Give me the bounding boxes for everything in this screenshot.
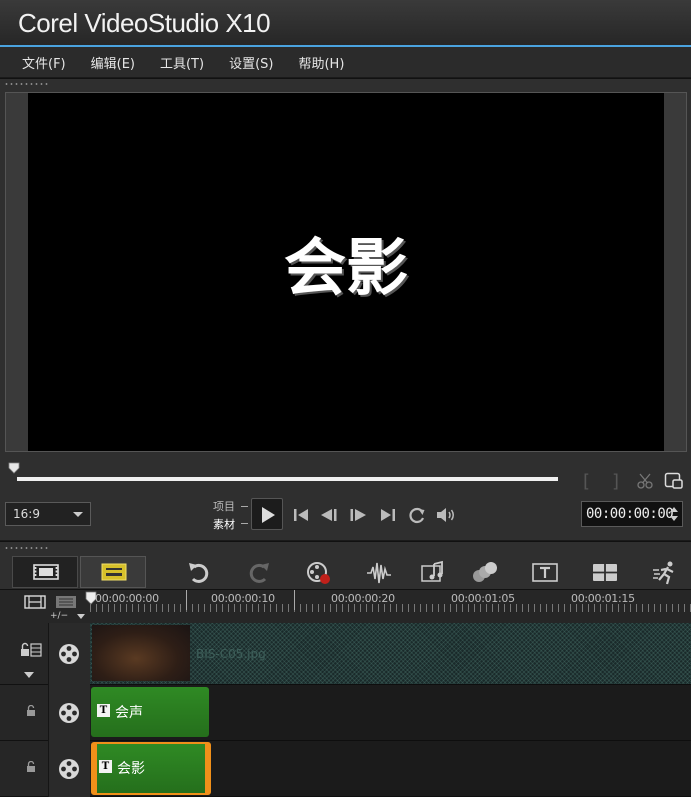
scissors-icon[interactable] [636, 472, 654, 490]
multi-camera-icon[interactable] [592, 560, 618, 586]
video-track-header [0, 623, 90, 685]
chevron-down-icon[interactable] [23, 671, 35, 679]
lock-icon[interactable] [26, 761, 36, 773]
ruler-major-tick [294, 590, 295, 610]
chevron-down-icon [73, 512, 83, 517]
trim-handle-right[interactable] [205, 744, 209, 793]
timeline-toolbar [0, 541, 691, 589]
track-toggle[interactable] [48, 623, 90, 685]
title-clip-icon: T [97, 704, 110, 717]
timeline-ruler[interactable]: +/− 00:00:00:00 00:00:00:10 00:00:00:20 … [0, 589, 691, 623]
storyboard-icon [33, 564, 59, 580]
storyboard-view-button[interactable] [12, 556, 78, 588]
undo-icon[interactable] [186, 560, 212, 586]
title-track-2-header: 2 [0, 741, 90, 797]
menu-tools[interactable]: 工具(T) [160, 53, 204, 72]
timecode-stepper-icon[interactable] [669, 505, 679, 523]
step-back-icon[interactable] [318, 504, 340, 526]
play-icon [262, 507, 275, 523]
ruler-major-tick [186, 590, 187, 610]
time-remapping-icon[interactable] [652, 560, 678, 586]
play-button[interactable] [251, 498, 283, 530]
track-manager-icon[interactable] [24, 595, 46, 609]
preview-panel: 会影 [ ] 16:9 项目 素材 00:00:00:00 [0, 78, 691, 540]
menu-bar: 文件(F) 编辑(E) 工具(T) 设置(S) 帮助(H) [0, 47, 691, 77]
mode-tick [241, 523, 248, 524]
preview-title-overlay: 会影 [283, 231, 408, 304]
aspect-ratio-dropdown[interactable]: 16:9 [5, 502, 91, 526]
panel-grip-handle[interactable] [4, 82, 50, 86]
volume-icon[interactable] [435, 504, 457, 526]
subtitle-editor-icon[interactable] [532, 560, 558, 586]
ruler-label: 00:00:01:05 [451, 592, 515, 605]
ruler-label: 00:00:01:15 [571, 592, 635, 605]
skip-end-icon[interactable] [377, 504, 399, 526]
title-clip-label: 会声 [115, 705, 143, 721]
mark-out-button[interactable]: ] [612, 471, 619, 492]
menu-help[interactable]: 帮助(H) [298, 53, 344, 72]
title-clip-icon: T [99, 760, 112, 773]
timeline-icon [101, 563, 127, 581]
selected-title-clip[interactable]: T 会影 [91, 742, 211, 795]
title-bar: Corel VideoStudio X10 [0, 0, 691, 46]
video-clip-name: BIS-C05.jpg [196, 647, 266, 661]
auto-music-icon[interactable] [420, 560, 446, 586]
sound-mixer-icon[interactable] [366, 560, 392, 586]
step-forward-icon[interactable] [347, 504, 369, 526]
ruler-label: 00:00:00:10 [211, 592, 275, 605]
mode-tick [241, 506, 248, 507]
scrubber-track[interactable] [17, 477, 558, 481]
ruler-label: 00:00:00:00 [95, 592, 159, 605]
aspect-ratio-value: 16:9 [13, 507, 40, 521]
track-toggle[interactable] [48, 685, 90, 741]
title-clip[interactable]: T 会声 [91, 687, 209, 737]
timecode-value: 00:00:00:00 [586, 506, 674, 522]
menu-settings[interactable]: 设置(S) [229, 53, 273, 72]
lock-layers-icon[interactable] [20, 642, 42, 658]
ruler-label: 00:00:00:20 [331, 592, 395, 605]
video-clip-thumbnail[interactable] [92, 625, 190, 681]
ruler-ticks [90, 604, 691, 612]
project-mode-label[interactable]: 项目 [213, 498, 235, 514]
repeat-icon[interactable] [406, 504, 428, 526]
clip-mode-label[interactable]: 素材 [213, 516, 235, 532]
timeline-view-button[interactable] [80, 556, 146, 588]
menu-file[interactable]: 文件(F) [22, 53, 66, 72]
title-clip-label: 会影 [117, 761, 145, 777]
timecode-field[interactable]: 00:00:00:00 [581, 501, 683, 527]
scrubber-handle[interactable] [8, 462, 20, 474]
preview-window[interactable]: 会影 [28, 93, 664, 451]
record-capture-icon[interactable] [306, 560, 332, 586]
chapter-cue-icon[interactable] [55, 595, 77, 609]
redo-icon[interactable] [246, 560, 272, 586]
title-track-1[interactable]: T 会声 [90, 685, 691, 741]
trim-handle-left[interactable] [93, 744, 97, 793]
track-toggle[interactable] [48, 741, 90, 797]
enlarge-preview-icon[interactable] [664, 472, 684, 490]
video-track[interactable]: BIS-C05.jpg [90, 623, 691, 685]
film-reel-icon [59, 759, 79, 779]
app-title: Corel VideoStudio X10 [18, 8, 271, 38]
add-remove-label[interactable]: +/− [50, 611, 68, 621]
film-reel-icon [59, 703, 79, 723]
chevron-down-icon[interactable] [77, 614, 85, 620]
preview-frame: 会影 [5, 92, 687, 452]
panel-grip-handle[interactable] [4, 546, 50, 550]
title-track-1-header: 1 [0, 685, 90, 741]
lock-icon[interactable] [26, 705, 36, 717]
film-reel-icon [59, 644, 79, 664]
mark-in-button[interactable]: [ [583, 471, 590, 492]
motion-tracking-icon[interactable] [472, 560, 498, 586]
menu-edit[interactable]: 编辑(E) [91, 53, 135, 72]
title-track-2[interactable]: T 会影 [90, 741, 691, 797]
skip-start-icon[interactable] [290, 504, 312, 526]
